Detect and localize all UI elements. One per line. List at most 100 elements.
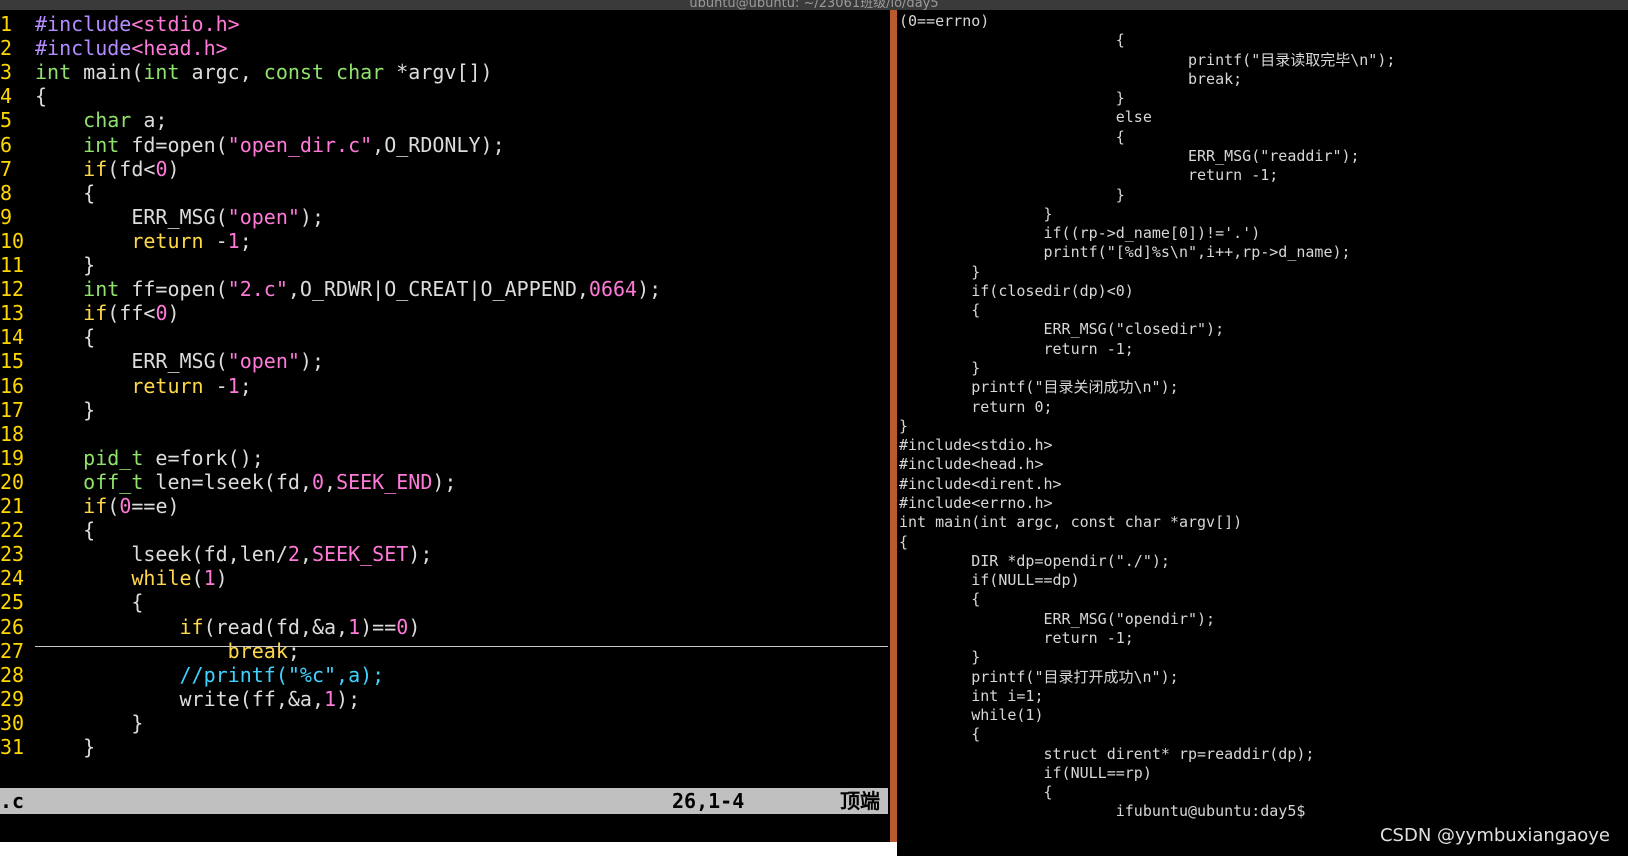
line-number: 9 bbox=[0, 204, 13, 229]
code-line[interactable]: 6 int fd=open("open_dir.c",O_RDONLY); bbox=[0, 133, 505, 158]
code-line[interactable]: 16 return -1; bbox=[0, 374, 252, 399]
code-token: ,O_RDONLY); bbox=[372, 132, 505, 157]
code-token: char bbox=[83, 108, 132, 133]
line-number: 3 bbox=[0, 60, 13, 85]
code-line[interactable]: 15 ERR_MSG("open"); bbox=[0, 349, 324, 374]
code-token: ; bbox=[239, 373, 252, 398]
code-line[interactable]: 17 } bbox=[0, 398, 95, 423]
terminal-line: int main(int argc, const char *argv[]) bbox=[899, 513, 1243, 532]
vim-statusline: .c 26,1-4 顶端 bbox=[0, 788, 888, 814]
terminal-line: { bbox=[899, 31, 1125, 50]
pane-divider[interactable] bbox=[890, 10, 897, 856]
code-line[interactable]: 28 //printf("%c",a); bbox=[0, 663, 384, 688]
code-token: 0 bbox=[155, 301, 168, 326]
code-token: 0 bbox=[155, 156, 168, 181]
code-token: , bbox=[299, 542, 312, 567]
terminal-line: break; bbox=[899, 69, 1243, 88]
code-line[interactable]: 22 { bbox=[0, 518, 95, 543]
code-line[interactable]: 24 while(1) bbox=[0, 566, 228, 591]
code-token: if bbox=[83, 301, 108, 326]
code-line[interactable]: 7 if(fd<0) bbox=[0, 157, 180, 182]
code-line[interactable]: 20 off_t len=lseek(fd,0,SEEK_END); bbox=[0, 470, 456, 495]
terminal-line: printf("目录打开成功\n"); bbox=[899, 667, 1179, 686]
code-token: ) bbox=[408, 614, 421, 639]
terminal-line: #include<dirent.h> bbox=[899, 474, 1062, 493]
terminal-line: } bbox=[899, 204, 1053, 223]
line-number: 24 bbox=[0, 566, 25, 591]
code-line[interactable]: 1 #include<stdio.h> bbox=[0, 12, 240, 37]
terminal-line: return 0; bbox=[899, 397, 1053, 416]
line-number: 28 bbox=[0, 662, 25, 687]
vim-editor-pane[interactable]: 1 #include<stdio.h> 2 #include<head.h> 3 int … bbox=[0, 10, 895, 856]
code-line[interactable]: 12 int ff=open("2.c",O_RDWR|O_CREAT|O_AP… bbox=[0, 277, 661, 302]
terminal-line: if(NULL==rp) bbox=[899, 763, 1152, 782]
code-token: 0 bbox=[396, 614, 409, 639]
watermark: CSDN @yymbuxiangaoye bbox=[1379, 825, 1610, 846]
code-token: return bbox=[131, 373, 204, 398]
code-line[interactable]: 18 bbox=[0, 422, 35, 447]
terminal-line: { bbox=[899, 127, 1125, 146]
code-line[interactable]: 23 lseek(fd,len/2,SEEK_SET); bbox=[0, 542, 432, 567]
code-line[interactable]: 11 } bbox=[0, 253, 95, 278]
code-token: *argv[]) bbox=[384, 60, 493, 85]
terminal-line: } bbox=[899, 648, 981, 667]
code-line[interactable]: 8 { bbox=[0, 181, 95, 206]
code-line[interactable]: 9 ERR_MSG("open"); bbox=[0, 205, 324, 230]
window-title: ubuntu@ubuntu: ~/23061班级/io/day5 bbox=[689, 0, 939, 10]
code-token: 0 bbox=[119, 494, 132, 518]
code-token: e=fork(); bbox=[143, 445, 264, 470]
code-line[interactable]: 21 if(0==e) bbox=[0, 494, 180, 519]
code-line[interactable]: 2 #include<head.h> bbox=[0, 36, 228, 61]
code-token: int bbox=[143, 60, 180, 85]
code-token: if bbox=[179, 614, 204, 639]
terminal-line: DIR *dp=opendir("./"); bbox=[899, 551, 1170, 570]
terminal-line: printf("目录关闭成功\n"); bbox=[899, 378, 1179, 397]
line-number: 11 bbox=[0, 253, 25, 277]
code-line[interactable]: 26 if(read(fd,&a,1)==0) bbox=[0, 615, 420, 640]
terminal-pane[interactable]: (0==errno) { printf("目录读取完毕\n"); break; … bbox=[897, 10, 1628, 856]
terminal-line: } bbox=[899, 262, 981, 281]
code-token: ERR_MSG( bbox=[35, 204, 228, 229]
code-line[interactable]: 5 char a; bbox=[0, 108, 167, 133]
code-line[interactable]: 13 if(ff<0) bbox=[0, 301, 180, 326]
code-token: )== bbox=[360, 614, 397, 639]
code-line[interactable]: 3 int main(int argc, const char *argv[]) bbox=[0, 60, 493, 85]
code-line[interactable]: 14 { bbox=[0, 325, 95, 350]
code-token: write(ff,&a, bbox=[35, 686, 324, 711]
code-token: 1 bbox=[203, 566, 216, 591]
code-line[interactable]: 25 { bbox=[0, 590, 143, 615]
terminal-line: { bbox=[899, 590, 981, 609]
code-line[interactable]: 19 pid_t e=fork(); bbox=[0, 446, 264, 471]
line-number: 27 bbox=[0, 638, 25, 663]
code-token: ); bbox=[408, 542, 433, 567]
code-line[interactable]: 29 write(ff,&a,1); bbox=[0, 687, 360, 712]
line-number: 7 bbox=[0, 156, 13, 181]
code-line[interactable]: 27 break; bbox=[0, 639, 300, 664]
code-token: ; bbox=[239, 228, 252, 253]
code-token: argc, bbox=[179, 60, 264, 85]
terminal-line: #include<stdio.h> bbox=[899, 436, 1053, 455]
code-line[interactable]: 10 return -1; bbox=[0, 229, 252, 254]
code-token: break bbox=[227, 638, 288, 663]
code-line[interactable]: 30 } bbox=[0, 711, 143, 736]
code-line[interactable]: 4{ bbox=[0, 84, 47, 109]
line-number: 12 bbox=[0, 277, 25, 302]
terminal-line: printf("目录读取完毕\n"); bbox=[899, 50, 1396, 69]
code-token: ERR_MSG( bbox=[35, 349, 228, 374]
code-token: { bbox=[35, 84, 48, 109]
code-token: SEEK_END bbox=[336, 469, 433, 494]
code-token: - bbox=[203, 228, 228, 253]
code-token: ff=open( bbox=[119, 277, 228, 302]
line-number: 16 bbox=[0, 373, 25, 398]
line-number: 19 bbox=[0, 445, 25, 470]
code-line[interactable]: 31 } bbox=[0, 735, 95, 760]
code-token: SEEK_SET bbox=[311, 542, 409, 567]
